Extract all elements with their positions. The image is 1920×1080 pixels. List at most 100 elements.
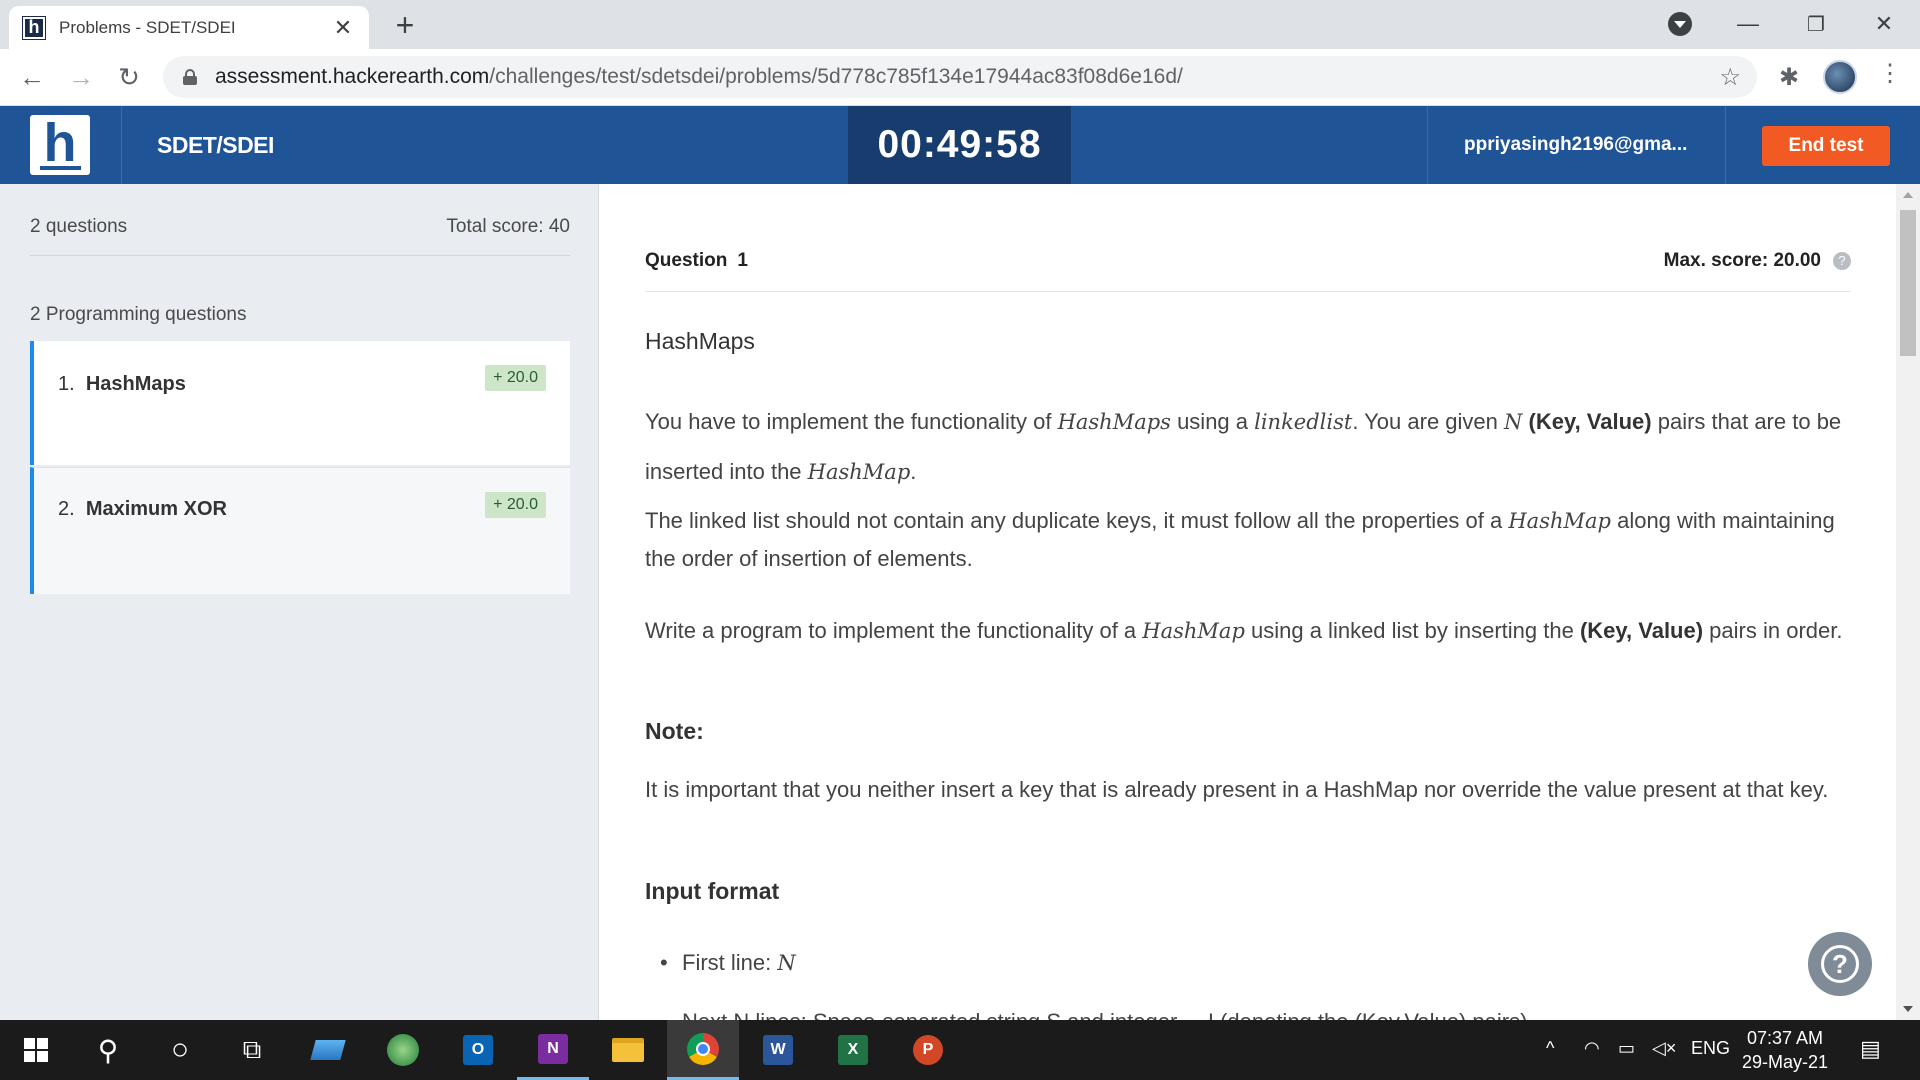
help-circle-icon[interactable]: ? (1833, 252, 1851, 270)
sidebar-summary: 2 questions Total score: 40 (30, 216, 570, 256)
user-email[interactable]: ppriyasingh2196@gma... (1464, 134, 1687, 156)
language-indicator[interactable]: ENG (1691, 1038, 1730, 1059)
math-term: N (777, 951, 796, 975)
end-test-button[interactable]: End test (1762, 126, 1890, 166)
scroll-down-arrow-icon[interactable] (1903, 1006, 1913, 1012)
back-arrow-icon[interactable]: ← (14, 59, 50, 95)
logo-letter: h (39, 116, 81, 170)
taskbar-app-chrome[interactable] (667, 1020, 739, 1080)
question-heading-label: Question (645, 250, 728, 271)
bold-term: (Key, Value) (1528, 409, 1652, 434)
powerpoint-icon: P (913, 1035, 943, 1065)
url-domain: assessment.hackerearth.com (215, 65, 490, 88)
note-text: It is important that you neither insert … (645, 777, 1829, 802)
hackerearth-favicon-icon: h (22, 15, 46, 40)
taskbar-app-outlook[interactable]: O (442, 1020, 514, 1080)
question-title: HashMaps (85, 373, 186, 395)
lock-icon[interactable] (183, 69, 197, 85)
scrollbar-thumb[interactable] (1900, 210, 1916, 356)
countdown-timer: 00:49:58 (848, 106, 1071, 184)
text: . You are given (1352, 409, 1505, 434)
browser-tab-strip: h Problems - SDET/SDEI ✕ + — ❐ ✕ (0, 0, 1920, 49)
question-number: 1. (58, 373, 75, 395)
section-label: 2 Programming questions (30, 304, 247, 325)
problem-paragraph-2: The linked list should not contain any d… (645, 502, 1851, 578)
task-view-icon[interactable]: ⧉ (216, 1020, 288, 1080)
question-heading: Question 1 (645, 250, 748, 291)
app-header: h SDET/SDEI 00:49:58 ppriyasingh2196@gma… (0, 106, 1920, 184)
taskbar-app-powerpoint[interactable]: P (892, 1020, 964, 1080)
header-divider (121, 106, 122, 184)
word-icon: W (763, 1035, 793, 1065)
tab-close-icon[interactable]: ✕ (331, 15, 355, 41)
problem-paragraph-1: You have to implement the functionality … (645, 397, 1851, 497)
bookmark-star-icon[interactable]: ☆ (1719, 63, 1741, 92)
minimize-button[interactable]: — (1718, 4, 1778, 44)
globe-app-icon (387, 1034, 419, 1066)
sidebar-question-maximum-xor[interactable]: 2. Maximum XOR + 20.0 (30, 467, 570, 594)
taskbar-app-file-explorer[interactable] (592, 1020, 664, 1080)
math-term: linkedlist (1254, 410, 1353, 434)
header-divider (1427, 106, 1428, 184)
max-score: Max. score: 20.00? (1664, 250, 1851, 291)
score-badge: + 20.0 (485, 492, 546, 518)
forward-arrow-icon[interactable]: → (63, 59, 99, 95)
text: The linked list should not contain any d… (645, 508, 1509, 533)
url-text: assessment.hackerearth.com/challenges/te… (215, 65, 1183, 89)
notifications-icon[interactable]: ▤ (1860, 1036, 1881, 1062)
tray-chevron-icon[interactable]: ^ (1546, 1038, 1554, 1059)
problem-title: HashMaps (645, 328, 755, 354)
text: using a linked list by inserting the (1244, 618, 1580, 643)
excel-icon: X (838, 1035, 868, 1065)
problem-paragraph-3: Write a program to implement the functio… (645, 612, 1851, 650)
question-label: 2. Maximum XOR (58, 498, 227, 521)
taskbar-app-xbox[interactable] (367, 1020, 439, 1080)
page-scrollbar[interactable] (1896, 184, 1920, 1020)
taskbar-app-network[interactable] (292, 1020, 364, 1080)
reload-icon[interactable]: ↻ (111, 59, 147, 95)
taskbar-app-onenote[interactable]: N (517, 1020, 589, 1080)
math-term: HashMap (1142, 619, 1245, 643)
url-path: /challenges/test/sdetsdei/problems/5d778… (489, 65, 1183, 88)
network-app-icon (310, 1040, 346, 1060)
start-button[interactable] (0, 1020, 72, 1080)
extensions-puzzle-icon[interactable]: ✱ (1779, 63, 1799, 92)
scroll-up-arrow-icon[interactable] (1903, 192, 1913, 198)
close-window-button[interactable]: ✕ (1854, 4, 1914, 44)
browser-tab[interactable]: h Problems - SDET/SDEI ✕ (9, 6, 369, 49)
question-heading-number: 1 (737, 250, 748, 271)
taskbar-app-excel[interactable]: X (817, 1020, 889, 1080)
maximize-button[interactable]: ❐ (1786, 4, 1846, 44)
question-mark-icon: ? (1821, 945, 1859, 983)
browser-menu-icon[interactable]: ⋮ (1878, 59, 1902, 88)
question-label: 1. HashMaps (58, 373, 186, 396)
outlook-icon: O (463, 1035, 493, 1065)
max-score-text: Max. score: 20.00 (1663, 250, 1821, 271)
system-clock[interactable]: 07:37 AM 29-May-21 (1742, 1026, 1828, 1074)
note-heading: Note: (645, 718, 704, 744)
taskbar-app-word[interactable]: W (742, 1020, 814, 1080)
problem-panel: Question 1 Max. score: 20.00? HashMaps Yo… (600, 184, 1896, 1020)
question-count: 2 questions (30, 216, 128, 237)
search-icon[interactable]: ⚲ (72, 1020, 144, 1080)
profile-avatar[interactable] (1823, 60, 1857, 94)
hackerearth-logo[interactable]: h (30, 115, 90, 175)
sidebar-question-hashmaps[interactable]: 1. HashMaps + 20.0 (30, 341, 570, 465)
math-term: HashMap (807, 460, 911, 484)
battery-icon[interactable]: ▭ (1618, 1038, 1635, 1059)
new-tab-button[interactable]: + (390, 8, 420, 42)
volume-muted-icon[interactable]: ◁× (1652, 1038, 1676, 1059)
windows-taskbar: ⚲ ○ ⧉ O N W X P ^ ◠ ▭ ◁× ENG 07:37 AM 29… (0, 1020, 1920, 1080)
cortana-icon[interactable]: ○ (144, 1020, 216, 1080)
tab-search-dropdown-icon[interactable] (1668, 12, 1692, 36)
folder-icon (612, 1038, 644, 1062)
text: Write a program to implement the functio… (645, 618, 1143, 643)
input-format-heading: Input format (645, 878, 780, 904)
text: First line: (682, 950, 778, 975)
question-number: 2. (58, 498, 75, 520)
header-divider (1725, 106, 1726, 184)
wifi-icon[interactable]: ◠ (1584, 1038, 1600, 1059)
total-score: Total score: 40 (446, 216, 570, 237)
help-button[interactable]: ? (1808, 932, 1872, 996)
address-bar[interactable]: assessment.hackerearth.com/challenges/te… (163, 56, 1757, 98)
